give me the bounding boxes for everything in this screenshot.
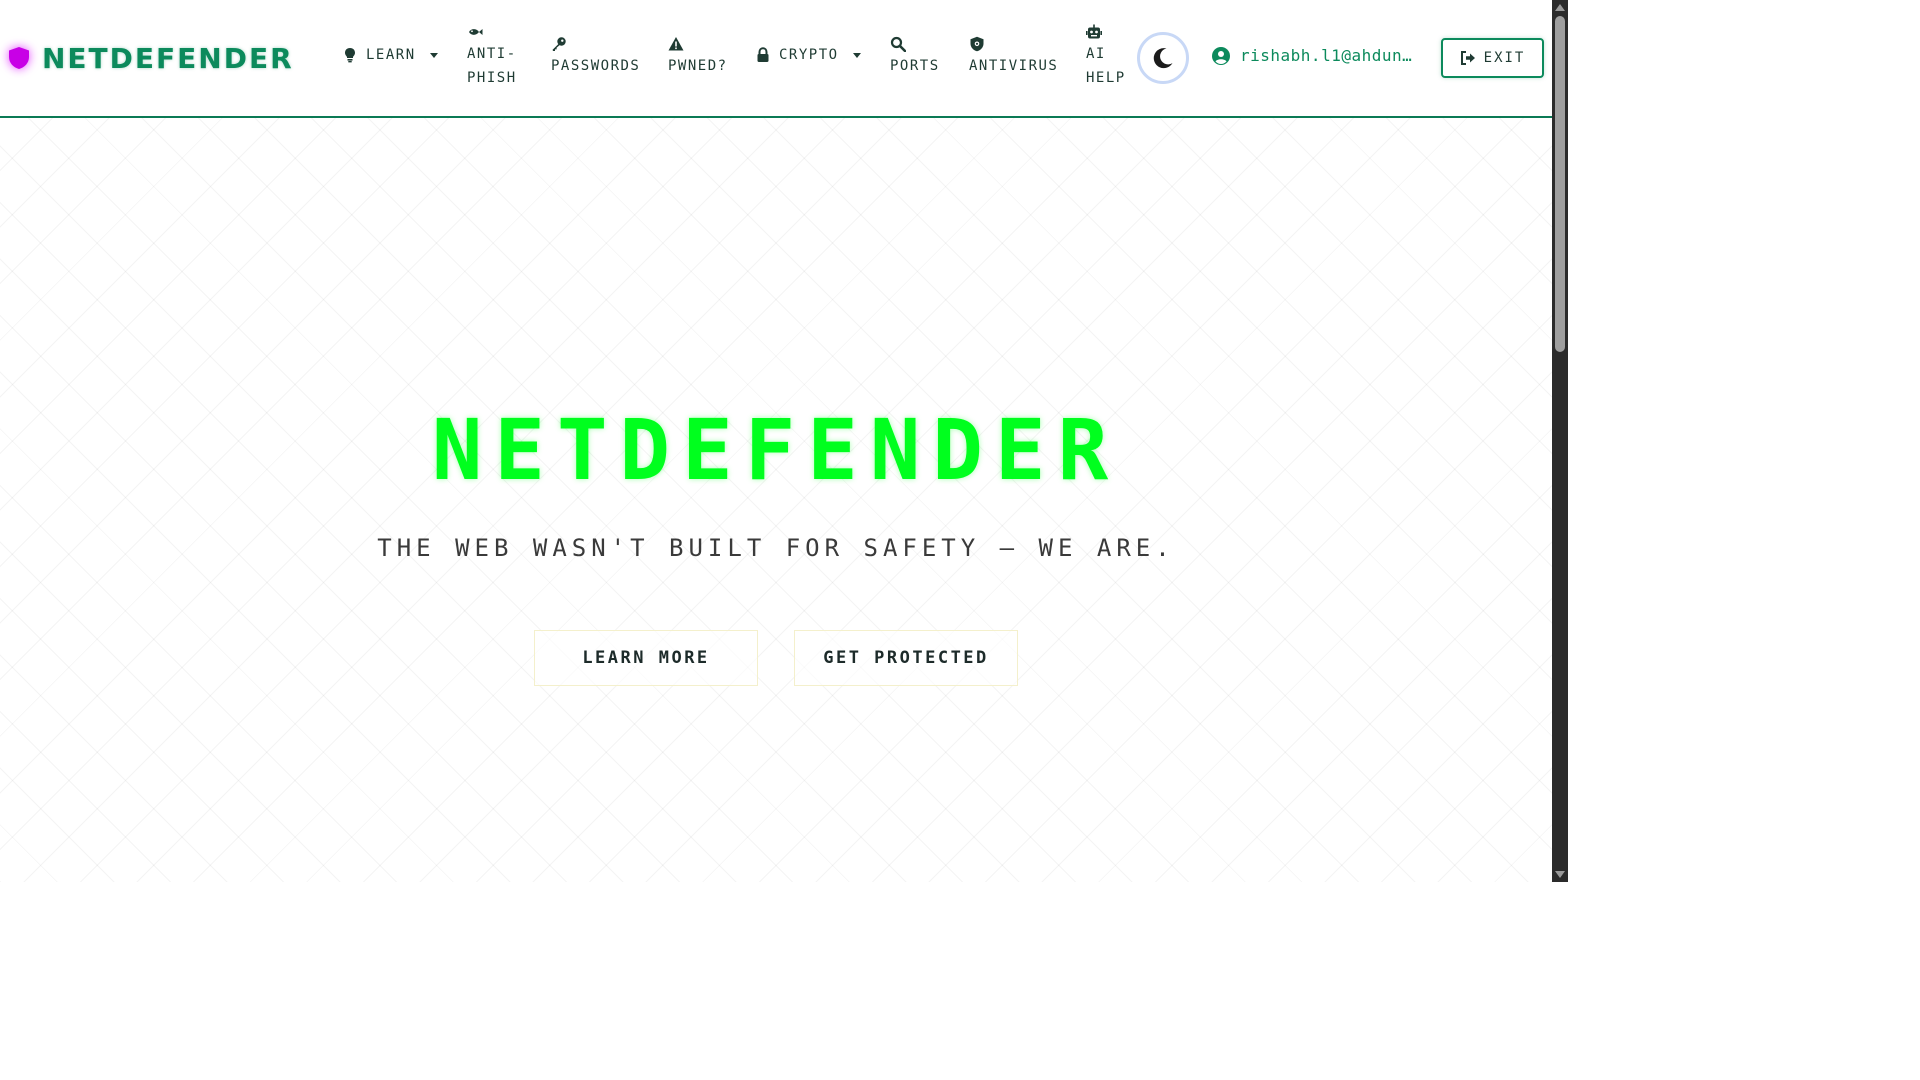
nav-antivirus[interactable]: ANTIVIRUS <box>969 36 1058 78</box>
nav-passwords-label: PASSWORDS <box>551 58 641 74</box>
hero-subtitle: THE WEB WASN'T BUILT FOR SAFETY — WE ARE… <box>377 534 1175 562</box>
nav-pwned[interactable]: PWNED? <box>668 36 728 78</box>
vertical-scrollbar[interactable] <box>1552 0 1568 882</box>
brand-name: NETDEFENDER <box>42 41 294 75</box>
nav-crypto-label: CRYPTO <box>779 47 839 63</box>
chevron-down-icon <box>852 52 861 58</box>
exit-button[interactable]: EXIT <box>1441 38 1544 78</box>
nav-learn-label: LEARN <box>366 47 416 63</box>
nav-ai-help-line2: HELP <box>1086 70 1126 86</box>
nav-passwords[interactable]: PASSWORDS <box>551 36 640 78</box>
fish-icon <box>469 29 483 35</box>
scrollbar-thumb[interactable] <box>1555 16 1565 352</box>
warning-icon <box>668 37 684 51</box>
get-protected-button[interactable]: GET PROTECTED <box>794 630 1018 686</box>
nav-ai-help[interactable]: AI HELP <box>1086 24 1126 90</box>
user-circle-icon <box>1212 46 1230 65</box>
nav-anti-phish[interactable]: ANTI- PHISH <box>467 24 517 90</box>
hero-section: NETDEFENDER THE WEB WASN'T BUILT FOR SAF… <box>0 118 1552 882</box>
scroll-down-arrow-icon[interactable] <box>1555 871 1565 878</box>
lock-icon <box>757 47 769 62</box>
hero-title: NETDEFENDER <box>431 401 1121 499</box>
top-navbar: NETDEFENDER LEARN ANTI- PHISH PASSWORDS <box>0 0 1552 118</box>
nav-crypto-dropdown[interactable]: CRYPTO <box>755 47 861 63</box>
nav-anti-phish-line1: ANTI- <box>467 46 517 62</box>
nav-ports[interactable]: PORTS <box>890 36 940 78</box>
nav-antivirus-label: ANTIVIRUS <box>969 58 1059 74</box>
key-icon <box>552 37 566 51</box>
shield-icon <box>9 47 29 69</box>
chevron-down-icon <box>429 52 438 58</box>
search-icon <box>890 36 906 52</box>
nav-anti-phish-line2: PHISH <box>467 70 517 86</box>
scroll-up-arrow-icon[interactable] <box>1555 4 1565 11</box>
nav-ports-label: PORTS <box>890 58 940 74</box>
nav-learn-dropdown[interactable]: LEARN <box>342 47 438 63</box>
robot-icon <box>1086 24 1102 39</box>
shield-virus-icon <box>970 36 984 52</box>
user-email: rishabh.l1@ahdun… <box>1240 46 1413 65</box>
exit-label: EXIT <box>1483 50 1526 66</box>
learn-more-button[interactable]: LEARN MORE <box>534 630 758 686</box>
moon-icon <box>1153 48 1173 69</box>
nav-pwned-label: PWNED? <box>668 58 728 74</box>
nav-ai-help-line1: AI <box>1086 46 1106 62</box>
user-account-link[interactable]: rishabh.l1@ahdun… <box>1212 46 1412 65</box>
sign-out-icon <box>1460 51 1475 65</box>
brand-logo[interactable]: NETDEFENDER <box>8 40 294 76</box>
lightbulb-icon <box>345 48 355 63</box>
theme-toggle-button[interactable] <box>1137 32 1189 84</box>
